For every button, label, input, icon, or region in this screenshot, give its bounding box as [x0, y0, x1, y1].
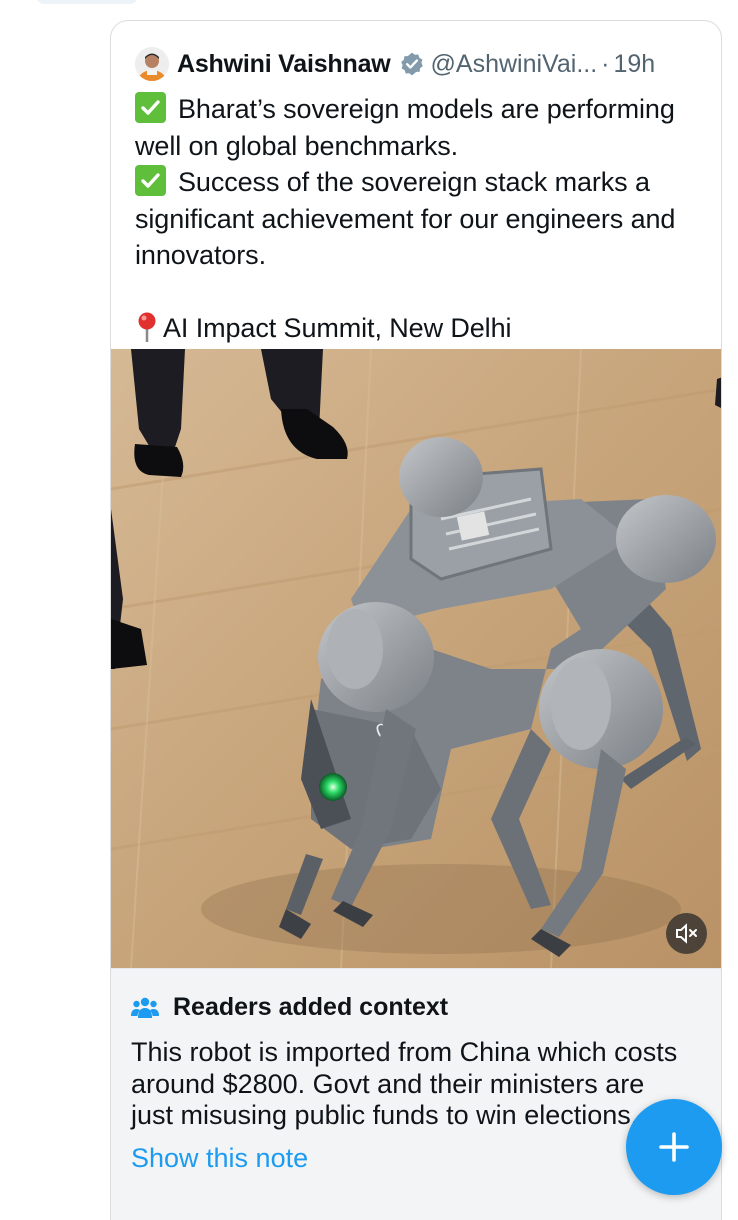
avatar[interactable]: [135, 47, 169, 81]
author-name[interactable]: Ashwini Vaishnaw: [177, 50, 391, 79]
check-mark-icon: [135, 165, 166, 196]
timestamp[interactable]: 19h: [614, 50, 656, 79]
text-line: significant achievement for our engineer…: [135, 203, 676, 234]
text-line: Bharat’s sovereign models are performing: [135, 91, 705, 128]
compose-button[interactable]: [626, 1099, 722, 1195]
meta-separator: ·: [601, 49, 610, 78]
community-note-title: Readers added context: [173, 993, 449, 1021]
note-line: This robot is imported from China which …: [131, 1037, 678, 1067]
top-tab-indicator: [36, 0, 138, 4]
community-note-header: Readers added context: [131, 993, 448, 1022]
show-note-link[interactable]: Show this note: [131, 1143, 308, 1174]
location-text: AI Impact Summit, New Delhi: [163, 313, 512, 343]
check-mark-icon: [135, 92, 166, 123]
mute-toggle-button[interactable]: [666, 913, 707, 954]
people-icon: [131, 997, 159, 1018]
text-line: innovators.: [135, 240, 266, 270]
author-handle[interactable]: @AshwiniVai...: [431, 50, 598, 79]
community-note-text: This robot is imported from China which …: [131, 1037, 721, 1132]
tweet-video[interactable]: 02: [111, 349, 721, 968]
robot-dog-video-frame: 02: [111, 349, 721, 968]
round-pushpin-icon: [138, 312, 156, 342]
volume-muted-icon: [676, 923, 697, 944]
tweet-header: Ashwini Vaishnaw @AshwiniVai... · 19h: [135, 47, 707, 81]
text-line-content: Success of the sovereign stack marks a: [178, 167, 650, 197]
location-line: AI Impact Summit, New Delhi: [135, 310, 705, 347]
community-note[interactable]: Readers added context This robot is impo…: [111, 968, 721, 1220]
tweet-card[interactable]: Ashwini Vaishnaw @AshwiniVai... · 19h Bh…: [110, 20, 722, 1220]
tweet-text: Bharat’s sovereign models are performing…: [135, 91, 705, 347]
text-line: well on global benchmarks.: [135, 130, 459, 161]
text-line: Success of the sovereign stack marks a: [135, 164, 705, 201]
verified-badge-icon: [400, 52, 423, 76]
note-line: around $2800. Govt and their ministers a…: [131, 1068, 645, 1099]
plus-icon: [659, 1132, 689, 1162]
text-line-content: Bharat’s sovereign models are performing: [178, 94, 675, 124]
